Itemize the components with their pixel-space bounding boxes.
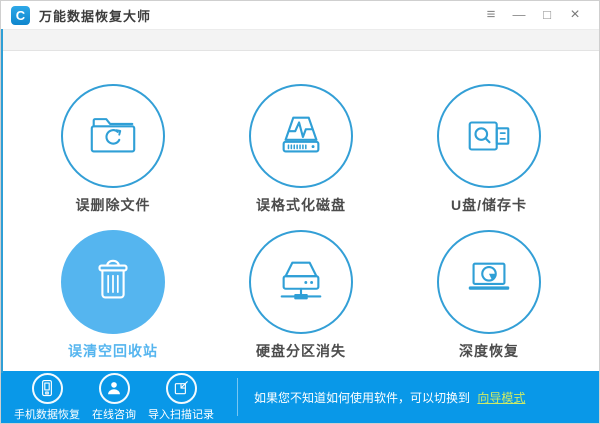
title-bar: C 万能数据恢复大师 ≡ — □ × [1,1,599,29]
option-label: 硬盘分区消失 [256,343,346,359]
disk-partition-icon [249,230,353,334]
logo-glyph: C [15,7,26,23]
option-label: 误格式化磁盘 [256,197,346,213]
footer-item-online-consult[interactable]: 在线咨询 [85,372,143,422]
person-icon [98,372,130,404]
option-deep-recovery[interactable]: 深度恢复 [395,230,583,361]
footer-item-label: 在线咨询 [92,408,136,421]
import-icon [165,372,197,404]
footer-item-label: 手机数据恢复 [14,408,80,421]
phone-icon [31,372,63,404]
app-logo-icon: C [11,5,30,25]
footer-divider [237,378,238,416]
left-accent-edge [1,29,3,373]
main-area: 误删除文件 误格式化磁盘 U盘/储存卡 误清空回收站 硬盘分区消失 深度恢复 [1,51,599,373]
footer-item-import-scan[interactable]: 导入扫描记录 [143,372,219,422]
toolbar-strip [1,29,599,51]
window-title: 万能数据恢复大师 [39,8,152,24]
window-controls: ≡ — □ × [477,1,589,29]
wizard-hint: 如果您不知道如何使用软件，可以切换到 向导模式 [254,389,525,406]
menu-icon[interactable]: ≡ [477,1,505,29]
option-label: U盘/储存卡 [451,197,527,213]
close-icon[interactable]: × [561,1,589,29]
footer-item-label: 导入扫描记录 [148,408,214,421]
maximize-icon[interactable]: □ [533,1,561,29]
footer-item-phone-recovery[interactable]: 手机数据恢复 [9,372,85,422]
usb-storage-icon [437,84,541,188]
option-formatted-disk[interactable]: 误格式化磁盘 [207,84,395,215]
wizard-hint-text: 如果您不知道如何使用软件，可以切换到 [254,390,471,405]
option-emptied-recycle-bin[interactable]: 误清空回收站 [19,230,207,361]
options-row-1: 误删除文件 误格式化磁盘 U盘/储存卡 [1,51,599,215]
app-window: C 万能数据恢复大师 ≡ — □ × 误删除文件 误格式化磁盘 U盘/储存卡 误… [0,0,600,424]
trash-bin-icon [61,230,165,334]
folder-recycle-icon [61,84,165,188]
option-usb-storage[interactable]: U盘/储存卡 [395,84,583,215]
option-label: 误删除文件 [75,197,151,213]
footer-bar: 手机数据恢复 在线咨询 导入扫描记录 如果您不知道如何使用软件，可以切换到 向导… [1,371,599,423]
option-label: 深度恢复 [459,343,519,359]
wizard-mode-link[interactable]: 向导模式 [477,391,525,405]
option-label: 误清空回收站 [68,343,158,359]
options-row-2: 误清空回收站 硬盘分区消失 深度恢复 [1,215,599,361]
deep-recovery-monitor-icon [437,230,541,334]
option-lost-partition[interactable]: 硬盘分区消失 [207,230,395,361]
minimize-icon[interactable]: — [505,1,533,29]
format-disk-icon [249,84,353,188]
option-deleted-files[interactable]: 误删除文件 [19,84,207,215]
